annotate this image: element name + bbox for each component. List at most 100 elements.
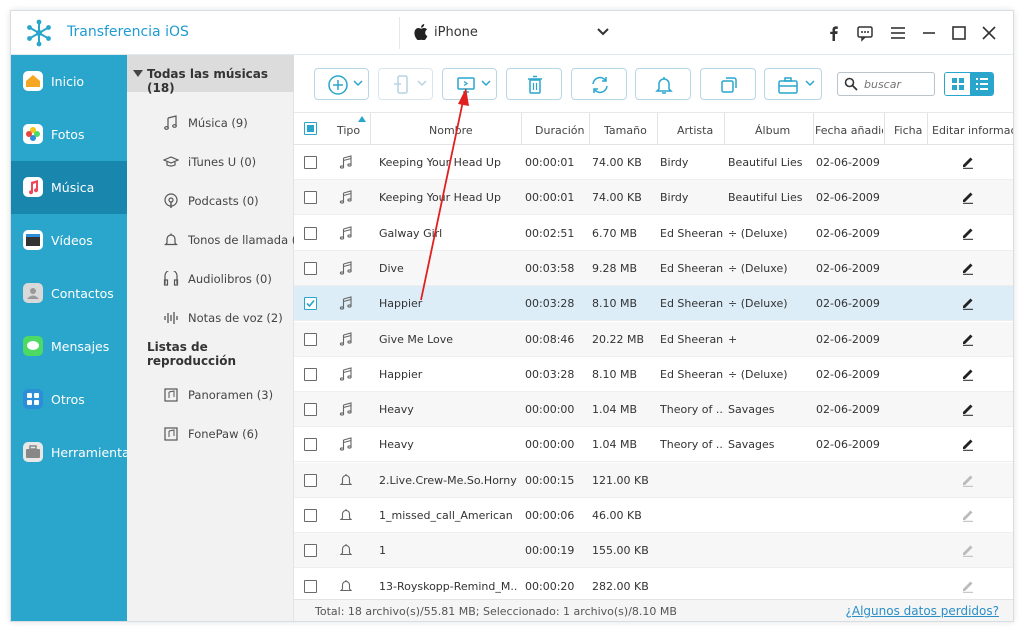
feedback-icon[interactable] [856, 24, 874, 42]
ringtone-maker-button[interactable] [635, 68, 691, 100]
cell-duration: 00:08:46 [525, 332, 575, 346]
table-row[interactable]: Heavy 00:00:00 1.04 MB Theory of ... Savages… [294, 427, 1013, 463]
table-row[interactable]: 2.Live.Crew-Me.So.Horny 00:00:15 121.00 KB [294, 462, 1013, 498]
row-checkbox[interactable] [304, 579, 317, 593]
nav-item-contactos[interactable]: Contactos [11, 267, 127, 320]
device-selector[interactable]: iPhone [399, 17, 617, 49]
table-row[interactable]: Galway Girl 00:02:51 6.70 MB Ed Sheeran ÷ (D… [294, 215, 1013, 251]
row-checkbox[interactable] [304, 226, 317, 240]
delete-button[interactable] [506, 68, 562, 100]
row-checkbox[interactable] [304, 191, 317, 205]
nav-item-fotos[interactable]: Fotos [11, 108, 127, 161]
column-header-editar[interactable]: Editar información [932, 124, 1013, 137]
row-checkbox[interactable] [304, 261, 317, 275]
column-header-artista[interactable]: Artista [677, 124, 713, 137]
cell-artist: Birdy [660, 191, 689, 205]
table-row[interactable]: Dive 00:03:58 9.28 MB Ed Sheeran ÷ (Deluxe) 0… [294, 250, 1013, 286]
minimize-icon[interactable] [920, 24, 938, 42]
nav-item-inicio[interactable]: Inicio [11, 55, 127, 108]
category-item-itunes-u[interactable]: iTunes U (0) [127, 143, 294, 182]
collapse-triangle-icon[interactable] [133, 70, 143, 77]
table-row[interactable]: 1_missed_call_American 00:00:06 46.00 KB [294, 498, 1013, 533]
playlist-item-panoramen[interactable]: Panoramen (3) [127, 376, 294, 415]
category-item-audiobooks[interactable]: Audiolibros (0) [127, 260, 294, 299]
playlist-item-fonepaw[interactable]: FonePaw (6) [127, 415, 294, 454]
column-header-duracion[interactable]: Duración [535, 124, 585, 137]
column-header-album[interactable]: Álbum [755, 124, 790, 137]
edit-pencil-icon[interactable] [961, 332, 975, 346]
row-checkbox[interactable] [304, 403, 317, 417]
column-header-tipo[interactable]: Tipo [337, 124, 360, 137]
column-header-nombre[interactable]: Nombre [429, 124, 473, 137]
row-checkbox[interactable] [304, 473, 317, 487]
cell-duration: 00:02:51 [525, 226, 575, 240]
edit-pencil-icon[interactable] [961, 367, 975, 381]
column-header-tamano[interactable]: Tamaño [604, 124, 647, 137]
others-icon [23, 389, 43, 409]
column-header-fecha[interactable]: Fecha añadida [815, 124, 883, 137]
table-row[interactable]: 1 00:00:19 155.00 KB [294, 533, 1013, 569]
row-checkbox[interactable] [304, 297, 317, 311]
cell-date: 02-06-2009 [816, 367, 880, 381]
nav-item-mensajes[interactable]: Mensajes [11, 320, 127, 373]
cell-name: 13-Royskopp-Remind_M... [379, 579, 517, 593]
table-row[interactable]: Happier 00:03:28 8.10 MB Ed Sheeran ÷ (Delux… [294, 286, 1013, 322]
edit-pencil-icon[interactable] [961, 437, 975, 452]
export-to-device-button[interactable] [378, 68, 433, 100]
row-checkbox[interactable] [304, 367, 317, 381]
videos-icon [23, 230, 43, 250]
table-row[interactable]: Heavy 00:00:00 1.04 MB Theory of ... Savages… [294, 392, 1013, 428]
row-checkbox[interactable] [304, 509, 317, 522]
menu-icon[interactable] [889, 24, 907, 42]
maximize-icon[interactable] [950, 24, 968, 42]
nav-item-herramientas[interactable]: Herramientas [11, 426, 136, 479]
category-item-musica[interactable]: Música (9) [127, 104, 294, 143]
table-row[interactable]: Keeping Your Head Up 00:00:01 74.00 KB Bird… [294, 145, 1013, 180]
table-row[interactable]: 13-Royskopp-Remind_M... 00:00:20 282.00 KB [294, 568, 1013, 599]
view-toggle [944, 72, 994, 96]
facebook-icon[interactable] [825, 24, 843, 42]
edit-pencil-icon [963, 581, 973, 593]
row-checkbox[interactable] [304, 156, 317, 169]
nav-item-musica[interactable]: Música [11, 161, 127, 214]
row-checkbox[interactable] [304, 544, 317, 558]
all-music-header[interactable]: Todas las músicas (18) [127, 55, 294, 95]
category-item-podcasts[interactable]: Podcasts (0) [127, 182, 294, 221]
list-view-button[interactable] [970, 73, 993, 95]
search-input[interactable] [864, 76, 932, 93]
cell-date: 02-06-2009 [816, 332, 880, 346]
search-box[interactable] [837, 72, 935, 96]
edit-pencil-icon[interactable] [961, 402, 975, 416]
nav-item-videos[interactable]: Vídeos [11, 214, 127, 267]
cell-size: 8.10 MB [592, 297, 638, 311]
row-checkbox[interactable] [304, 438, 317, 452]
category-item-ringtones[interactable]: Tonos de llamada (7) [127, 221, 294, 260]
cell-duration: 00:00:00 [525, 438, 575, 452]
table-row[interactable]: Happier 00:03:28 8.10 MB Ed Sheeran ÷ (Delux… [294, 356, 1013, 392]
category-item-voice-memos[interactable]: Notas de voz (2) [127, 299, 294, 338]
select-all-checkbox[interactable] [304, 122, 317, 135]
refresh-button[interactable] [571, 68, 627, 100]
contacts-icon [23, 283, 43, 303]
cell-duration: 00:03:28 [525, 297, 575, 311]
column-header-ficha[interactable]: Ficha [894, 124, 922, 137]
row-checkbox[interactable] [304, 332, 317, 346]
table-row[interactable]: Give Me Love 00:08:46 20.22 MB Ed Sheeran +0… [294, 321, 1013, 357]
lost-data-link[interactable]: ¿Algunos datos perdidos? [846, 604, 1000, 618]
export-to-pc-button[interactable] [442, 68, 497, 100]
toolbox-button[interactable] [764, 68, 822, 100]
column-divider [813, 113, 814, 146]
nav-item-otros[interactable]: Otros [11, 373, 127, 426]
table-row[interactable]: Keeping Your Head Up 00:00:01 74.00 KB Bird… [294, 180, 1013, 216]
edit-pencil-icon[interactable] [961, 261, 975, 275]
grid-view-button[interactable] [945, 73, 970, 95]
deduplicate-button[interactable] [700, 68, 756, 100]
add-button[interactable] [314, 68, 369, 100]
close-icon[interactable] [980, 24, 998, 42]
photos-icon [23, 124, 43, 144]
edit-pencil-icon[interactable] [961, 226, 975, 240]
edit-pencil-icon[interactable] [961, 190, 975, 205]
edit-pencil-icon[interactable] [961, 155, 975, 169]
edit-pencil-icon[interactable] [961, 296, 975, 310]
all-music-label: Todas las músicas (18) [147, 67, 269, 95]
